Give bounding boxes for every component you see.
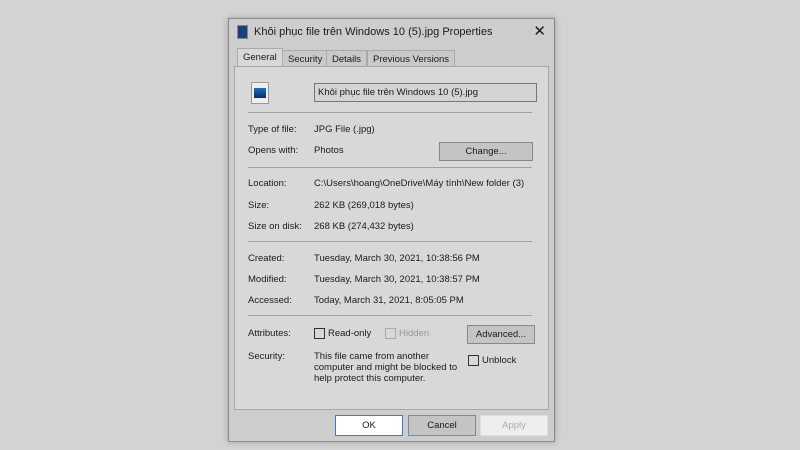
created-label: Created: [248, 253, 285, 264]
hidden-label: Hidden [399, 328, 430, 340]
unblock-checkbox[interactable]: Unblock [468, 355, 516, 366]
opens-label: Opens with: [248, 145, 299, 156]
checkbox-icon [314, 328, 325, 339]
title-bar: Khôi phục file trên Windows 10 (5).jpg P… [237, 25, 492, 39]
opens-value: Photos [314, 145, 344, 156]
divider [248, 241, 532, 242]
checkbox-icon [385, 328, 396, 339]
security-text: This file came from another computer and… [314, 351, 458, 384]
size-disk-label: Size on disk: [248, 221, 302, 232]
location-value: C:\Users\hoang\OneDrive\Máy tính\New fol… [314, 178, 525, 189]
divider [248, 167, 532, 168]
image-file-icon [251, 82, 269, 104]
accessed-label: Accessed: [248, 295, 292, 306]
checkbox-icon [468, 355, 479, 366]
unblock-label: Unblock [482, 355, 517, 367]
created-value: Tuesday, March 30, 2021, 10:38:56 PM [314, 253, 480, 264]
filename-field[interactable]: Khôi phục file trên Windows 10 (5).jpg [314, 83, 537, 102]
size-disk-value: 268 KB (274,432 bytes) [314, 221, 414, 232]
image-file-icon [237, 25, 248, 39]
cancel-button[interactable]: Cancel [408, 415, 476, 436]
ok-button[interactable]: OK [335, 415, 403, 436]
advanced-button[interactable]: Advanced... [467, 325, 535, 344]
location-label: Location: [248, 178, 287, 189]
divider [248, 315, 532, 316]
attributes-label: Attributes: [248, 328, 291, 339]
dialog-title: Khôi phục file trên Windows 10 (5).jpg P… [254, 26, 493, 38]
apply-button[interactable]: Apply [480, 415, 548, 436]
size-value: 262 KB (269,018 bytes) [314, 200, 414, 211]
hidden-checkbox[interactable]: Hidden [385, 328, 429, 339]
security-label: Security: [248, 351, 285, 362]
change-button[interactable]: Change... [439, 142, 533, 161]
type-label: Type of file: [248, 124, 297, 135]
general-panel: Khôi phục file trên Windows 10 (5).jpg T… [234, 66, 549, 410]
divider [248, 112, 532, 113]
size-label: Size: [248, 200, 270, 211]
readonly-checkbox[interactable]: Read-only [314, 328, 371, 339]
close-icon[interactable]: ✕ [533, 22, 546, 40]
type-value: JPG File (.jpg) [314, 124, 375, 135]
readonly-label: Read-only [328, 328, 372, 340]
accessed-value: Today, March 31, 2021, 8:05:05 PM [314, 295, 464, 306]
modified-value: Tuesday, March 30, 2021, 10:38:57 PM [314, 274, 480, 285]
modified-label: Modified: [248, 274, 287, 285]
